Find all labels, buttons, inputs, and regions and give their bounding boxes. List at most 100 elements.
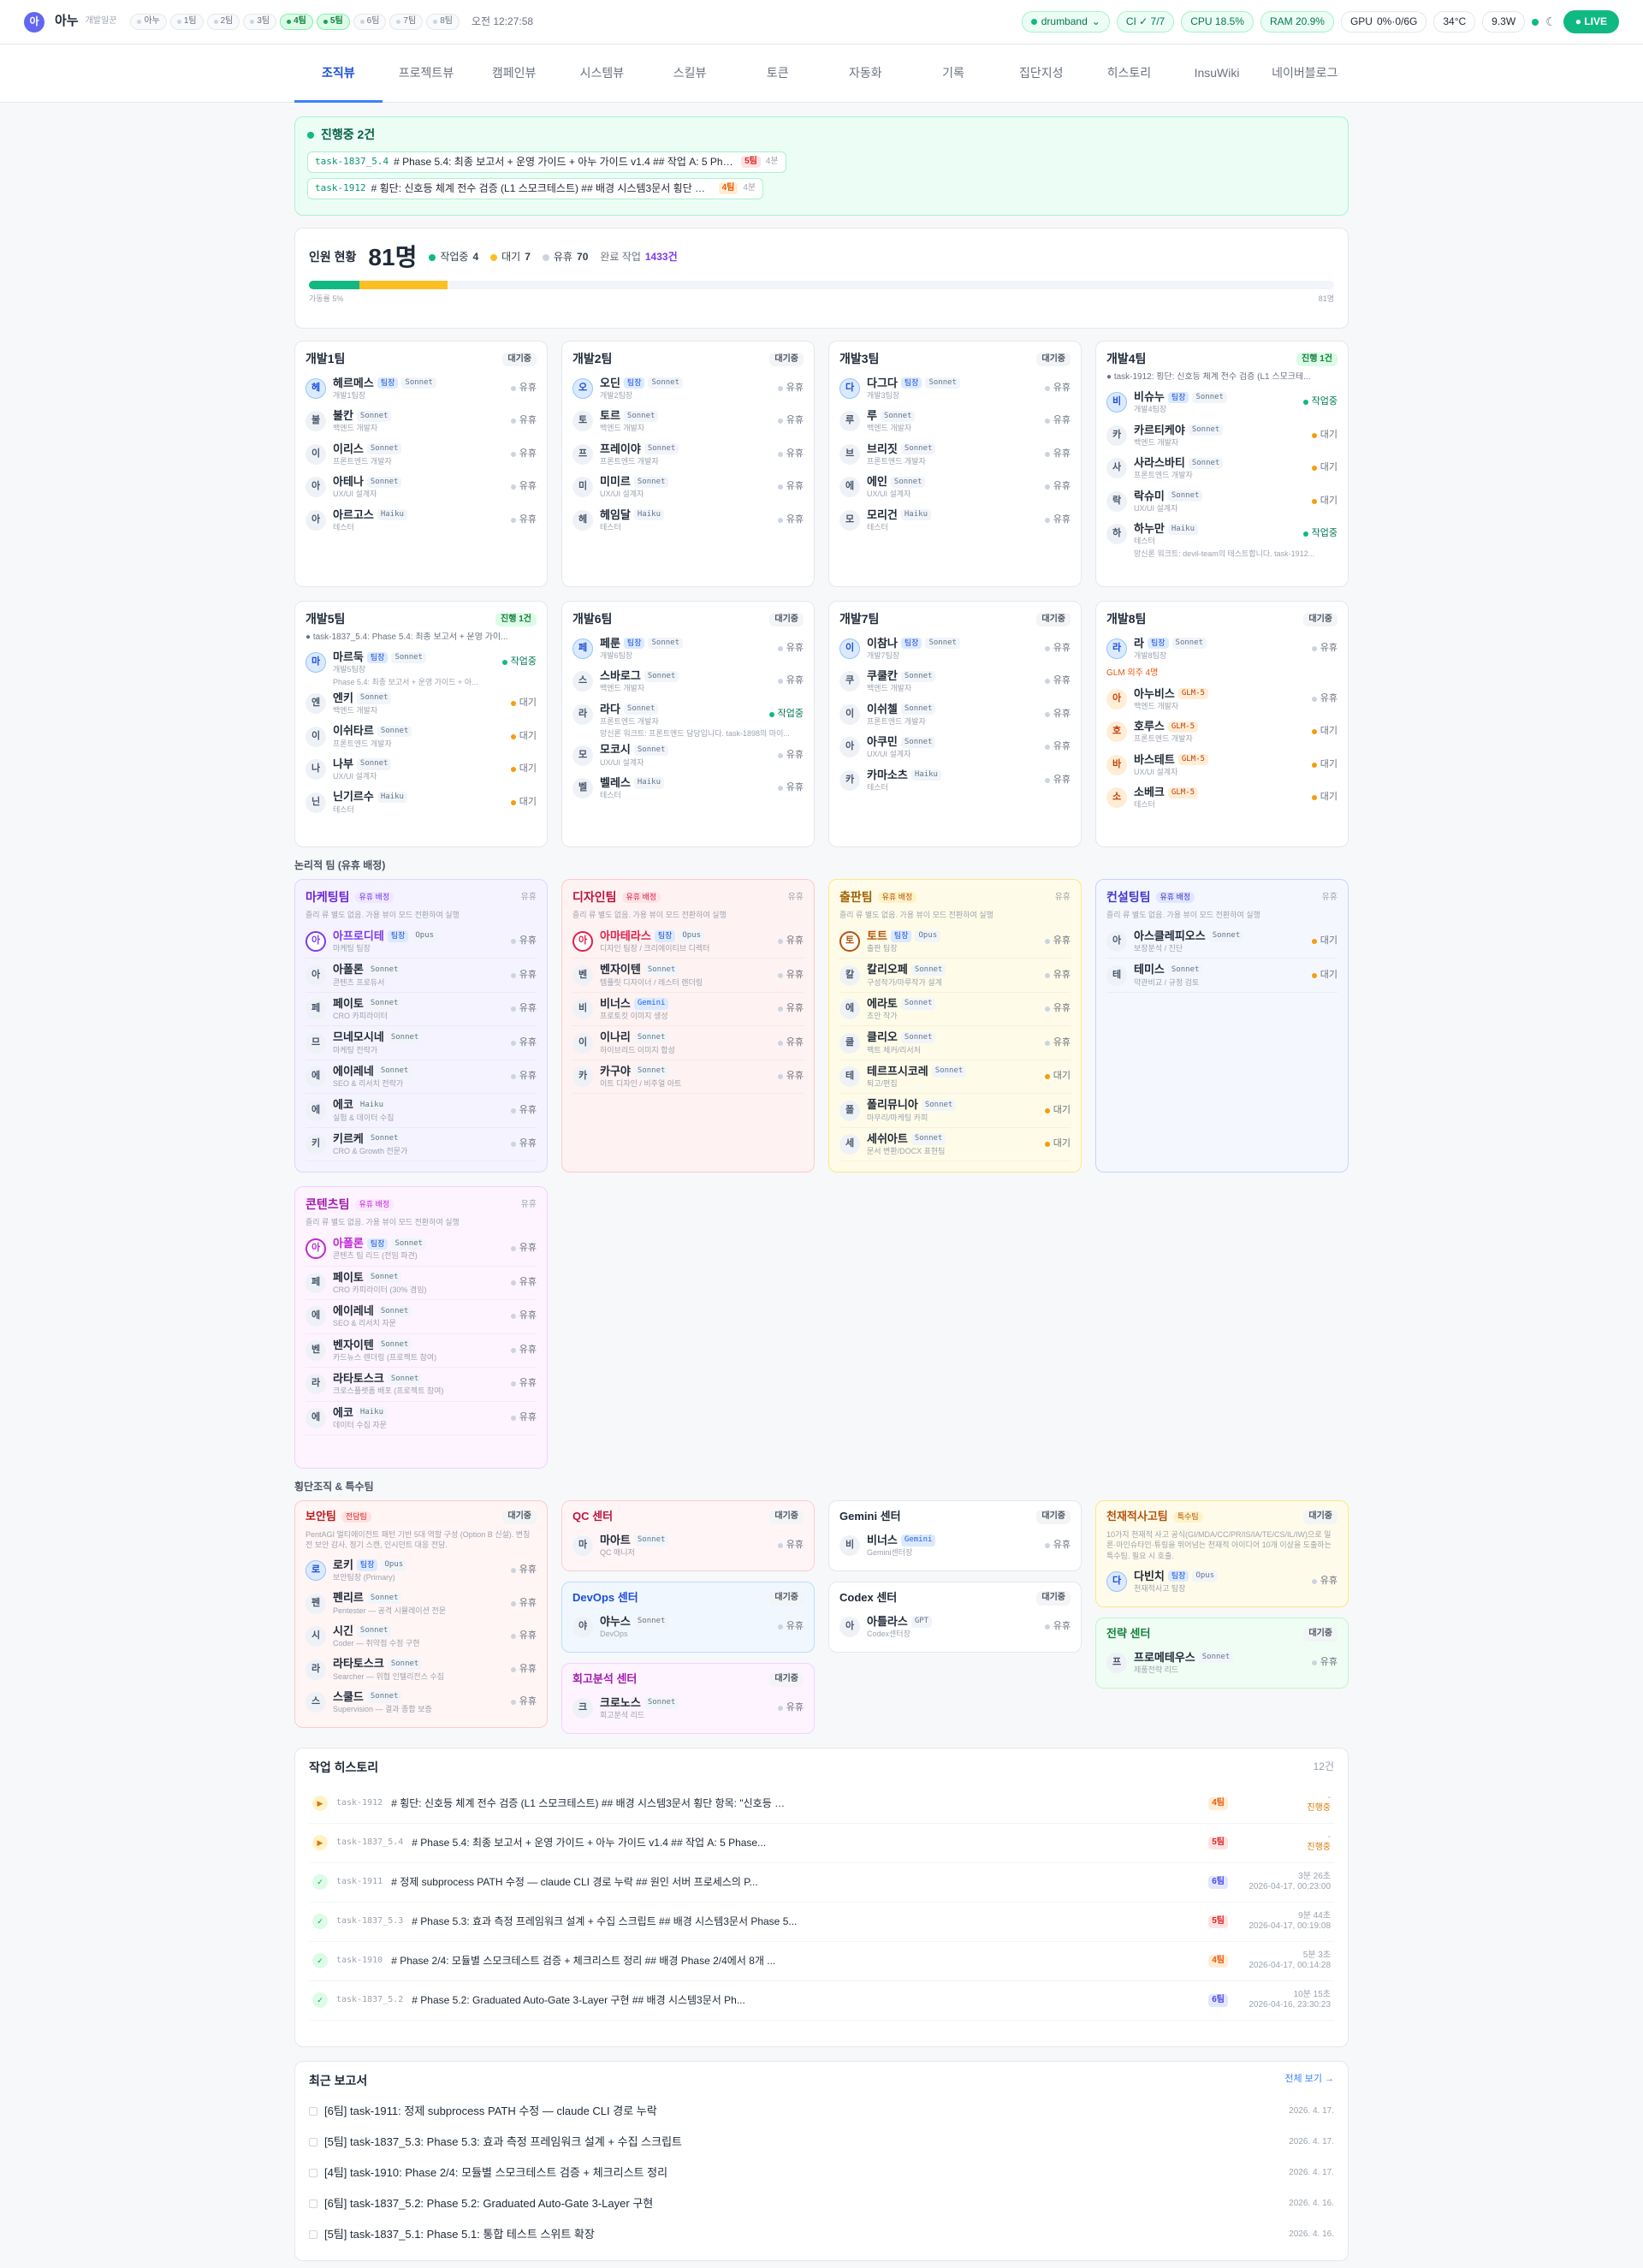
tab-9[interactable]: 히스토리 <box>1085 45 1173 103</box>
member-row[interactable]: 나 나부 Sonnet UX/UI 설계자 대기 <box>305 753 537 787</box>
member-row[interactable]: 다 다그다 팀장 Sonnet 개발3팀장 유휴 <box>839 372 1071 406</box>
report-row[interactable]: [5팀] task-1837_5.3: Phase 5.3: 효과 측정 프레임… <box>309 2127 1334 2158</box>
member-row[interactable]: 루 루 Sonnet 백엔드 개발자 유휴 <box>839 405 1071 438</box>
tab-2[interactable]: 캠페인뷰 <box>470 45 558 103</box>
member-row[interactable]: 호 호루스 GLM-5 프론트엔드 개발자 대기 <box>1106 715 1338 749</box>
team-chip[interactable]: 4팀 <box>280 14 313 30</box>
member-row[interactable]: 아 아틀라스 GPT Codex센터장 유휴 <box>839 1611 1071 1644</box>
member-row[interactable]: 테 테르프시코레 Sonnet 퇴고/편집 대기 <box>839 1060 1071 1095</box>
history-row[interactable]: ▶ task-1837_5.4 # Phase 5.4: 최종 보고서 + 운영 가… <box>309 1824 1334 1863</box>
tab-4[interactable]: 스킬뷰 <box>646 45 734 103</box>
team-chip[interactable]: 6팀 <box>353 14 387 30</box>
team-chip[interactable]: 1팀 <box>169 14 204 30</box>
member-row[interactable]: 아 아폴론 팀장 Sonnet 콘텐츠 팀 리드 (전임 파견) 유휴 <box>305 1232 537 1267</box>
member-row[interactable]: 크 크로노스 Sonnet 회고분석 리드 유휴 <box>572 1692 804 1725</box>
moon-icon[interactable]: ☾ <box>1545 15 1557 30</box>
history-row[interactable]: ▶ task-1912 # 횡단: 신호등 체계 전수 검증 (L1 스모크테스트)… <box>309 1784 1334 1824</box>
team-chip[interactable]: 8팀 <box>426 14 460 30</box>
member-row[interactable]: 카 카구야 Sonnet 이트 디자인 / 비주얼 아트 유휴 <box>572 1060 804 1095</box>
member-row[interactable]: 미 미미르 Sonnet UX/UI 설계자 유휴 <box>572 471 804 504</box>
member-row[interactable]: 아 아마테라스 팀장 Opus 디자인 팀장 / 크리에이티브 디렉터 유휴 <box>572 925 804 959</box>
member-row[interactable]: 펜 펜리르 Sonnet Pentester — 공격 시뮬레이션 전문 유휴 <box>305 1587 537 1620</box>
member-row[interactable]: 바 바스테트 GLM-5 UX/UI 설계자 대기 <box>1106 749 1338 782</box>
member-row[interactable]: 아 아스클레피오스 Sonnet 보장분석 / 진단 대기 <box>1106 925 1338 959</box>
member-row[interactable]: 아 아테나 Sonnet UX/UI 설계자 유휴 <box>305 471 537 504</box>
member-row[interactable]: 비 비너스 Gemini 프로토킷 이미지 생성 유휴 <box>572 993 804 1027</box>
member-row[interactable]: 페 페이토 Sonnet CRO 카피라이터 유휴 <box>305 993 537 1027</box>
member-row[interactable]: 페 페룬 팀장 Sonnet 개발6팀장 유휴 <box>572 632 804 666</box>
report-row[interactable]: [4팀] task-1910: Phase 2/4: 모듈별 스모크테스트 검증… <box>309 2158 1334 2188</box>
tab-11[interactable]: 네이버블로그 <box>1260 45 1349 103</box>
member-row[interactable]: 아 아폴론 Sonnet 콘텐츠 프로듀서 유휴 <box>305 959 537 993</box>
tab-5[interactable]: 토큰 <box>733 45 822 103</box>
member-row[interactable]: 프 프레이야 Sonnet 프론트엔드 개발자 유휴 <box>572 438 804 472</box>
member-row[interactable]: 아 아르고스 Haiku 테스터 유휴 <box>305 504 537 537</box>
team-chip[interactable]: 5팀 <box>316 14 350 30</box>
member-row[interactable]: 이 이나리 Sonnet 하이브리드 이미지 합성 유휴 <box>572 1026 804 1060</box>
member-row[interactable]: 벤 벤자이텐 Sonnet 카드뉴스 렌더링 (프로젝트 참여) 유휴 <box>305 1334 537 1368</box>
member-row[interactable]: 에 에이레네 Sonnet SEO & 리서치 자문 유휴 <box>305 1300 537 1334</box>
member-row[interactable]: 사 사라스바티 Sonnet 프론트엔드 개발자 대기 <box>1106 452 1338 485</box>
member-row[interactable]: 라 라다 Sonnet 프론트엔드 개발자 작업중 <box>572 698 804 732</box>
member-row[interactable]: 아 아쿠민 Sonnet UX/UI 설계자 유휴 <box>839 731 1071 764</box>
member-row[interactable]: 에 에라토 Sonnet 초안 작가 유휴 <box>839 993 1071 1027</box>
member-row[interactable]: 벤 벤자이텐 Sonnet 템플릿 디자이너 / 레스터 렌더링 유휴 <box>572 959 804 993</box>
team-chip[interactable]: 3팀 <box>243 14 277 30</box>
member-row[interactable]: 테 테미스 Sonnet 약관비교 / 규정 검토 대기 <box>1106 959 1338 993</box>
member-row[interactable]: 므 므네모시네 Sonnet 마케팅 전략가 유휴 <box>305 1026 537 1060</box>
member-row[interactable]: 폴 폴리뮤니아 Sonnet 마무리/마케팅 카피 대기 <box>839 1094 1071 1128</box>
team-chip[interactable]: 2팀 <box>206 14 240 30</box>
history-row[interactable]: ✓ task-1911 # 정제 subprocess PATH 수정 — clau… <box>309 1863 1334 1903</box>
member-row[interactable]: 소 소베크 GLM-5 테스터 대기 <box>1106 781 1338 815</box>
member-row[interactable]: 토 토트 팀장 Opus 출판 팀장 유휴 <box>839 925 1071 959</box>
member-row[interactable]: 칼 칼리오페 Sonnet 구성작가/마루작가 설계 유휴 <box>839 959 1071 993</box>
member-row[interactable]: 라 라타토스크 Sonnet Searcher — 위협 인텔리전스 수집 유휴 <box>305 1653 537 1686</box>
member-row[interactable]: 모 모리건 Haiku 테스터 유휴 <box>839 504 1071 537</box>
member-row[interactable]: 야 야누스 Sonnet DevOps 유휴 <box>572 1611 804 1644</box>
tab-6[interactable]: 자동화 <box>822 45 910 103</box>
tab-0[interactable]: 조직뷰 <box>294 45 383 103</box>
member-row[interactable]: 에 에인 Sonnet UX/UI 설계자 유휴 <box>839 471 1071 504</box>
member-row[interactable]: 로 로키 팀장 Opus 보안팀장 (Primary) 유휴 <box>305 1554 537 1588</box>
member-row[interactable]: 아 아누비스 GLM-5 백엔드 개발자 유휴 <box>1106 683 1338 716</box>
member-row[interactable]: 오 오딘 팀장 Sonnet 개발2팀장 유휴 <box>572 372 804 406</box>
ci-badge[interactable]: CI ✓ 7/7 <box>1116 11 1175 33</box>
member-row[interactable]: 토 토르 Sonnet 백엔드 개발자 유휴 <box>572 405 804 438</box>
member-row[interactable]: 하 하누만 Haiku 테스터 작업중 <box>1106 518 1338 551</box>
member-row[interactable]: 헤 헤임달 Haiku 테스터 유휴 <box>572 504 804 537</box>
member-row[interactable]: 이 이쉬첼 Sonnet 프론트엔드 개발자 유휴 <box>839 698 1071 732</box>
member-row[interactable]: 마 마르둑 팀장 Sonnet 개발5팀장 작업중 <box>305 646 537 680</box>
member-row[interactable]: 닌 닌기르수 Haiku 테스터 대기 <box>305 786 537 819</box>
history-row[interactable]: ✓ task-1837_5.2 # Phase 5.2: Graduated Aut… <box>309 1981 1334 2021</box>
tab-1[interactable]: 프로젝트뷰 <box>383 45 471 103</box>
member-row[interactable]: 에 에이레네 Sonnet SEO & 리서치 전략가 유휴 <box>305 1060 537 1095</box>
member-row[interactable]: 비 비슈누 팀장 Sonnet 개발4팀장 작업중 <box>1106 386 1338 419</box>
member-row[interactable]: 이 이쉬타르 Sonnet 프론트엔드 개발자 대기 <box>305 720 537 753</box>
member-row[interactable]: 에 에코 Haiku 실험 & 데이터 수집 유휴 <box>305 1094 537 1128</box>
member-row[interactable]: 브 브리짓 Sonnet 프론트엔드 개발자 유휴 <box>839 438 1071 472</box>
history-row[interactable]: ✓ task-1837_5.3 # Phase 5.3: 효과 측정 프레임워크 설… <box>309 1903 1334 1942</box>
member-row[interactable]: 세 세쉬아트 Sonnet 문서 변환/DOCX 표현팀 대기 <box>839 1128 1071 1162</box>
member-row[interactable]: 키 키르케 Sonnet CRO & Growth 전문가 유휴 <box>305 1128 537 1162</box>
member-row[interactable]: 비 비너스 Gemini Gemini센터장 유휴 <box>839 1529 1071 1563</box>
tab-7[interactable]: 기록 <box>910 45 998 103</box>
member-row[interactable]: 스 스바로그 Sonnet 백엔드 개발자 유휴 <box>572 665 804 698</box>
team-chip[interactable]: 7팀 <box>389 14 424 30</box>
member-row[interactable]: 아 아프로디테 팀장 Opus 마케팅 팀장 유휴 <box>305 925 537 959</box>
member-row[interactable]: 프 프로메테우스 Sonnet 제품전략 리드 유휴 <box>1106 1647 1338 1680</box>
tab-10[interactable]: InsuWiki <box>1173 45 1261 103</box>
report-row[interactable]: [6팀] task-1837_5.2: Phase 5.2: Graduated… <box>309 2188 1334 2219</box>
member-row[interactable]: 헤 헤르메스 팀장 Sonnet 개발1팀장 유휴 <box>305 372 537 406</box>
member-row[interactable]: 마 마아트 Sonnet QC 매니저 유휴 <box>572 1529 804 1563</box>
member-row[interactable]: 이 이참나 팀장 Sonnet 개발7팀장 유휴 <box>839 632 1071 666</box>
member-row[interactable]: 카 카마소츠 Haiku 테스터 유휴 <box>839 764 1071 798</box>
member-row[interactable]: 에 에코 Haiku 데이터 수집 자문 유휴 <box>305 1402 537 1435</box>
tab-3[interactable]: 시스템뷰 <box>558 45 646 103</box>
in-progress-task[interactable]: task-1912 # 횡단: 신호등 체계 전수 검증 (L1 스모크테스트) … <box>307 177 764 199</box>
member-row[interactable]: 락 락슈미 Sonnet UX/UI 설계자 대기 <box>1106 485 1338 519</box>
member-row[interactable]: 클 클리오 Sonnet 팩트 체커/리서처 유휴 <box>839 1026 1071 1060</box>
live-button[interactable]: ● LIVE <box>1563 10 1619 33</box>
team-chip[interactable]: 아누 <box>130 14 167 30</box>
member-row[interactable]: 불 불칸 Sonnet 백엔드 개발자 유휴 <box>305 405 537 438</box>
member-row[interactable]: 라 라 팀장 Sonnet 개발8팀장 유휴 <box>1106 632 1338 666</box>
